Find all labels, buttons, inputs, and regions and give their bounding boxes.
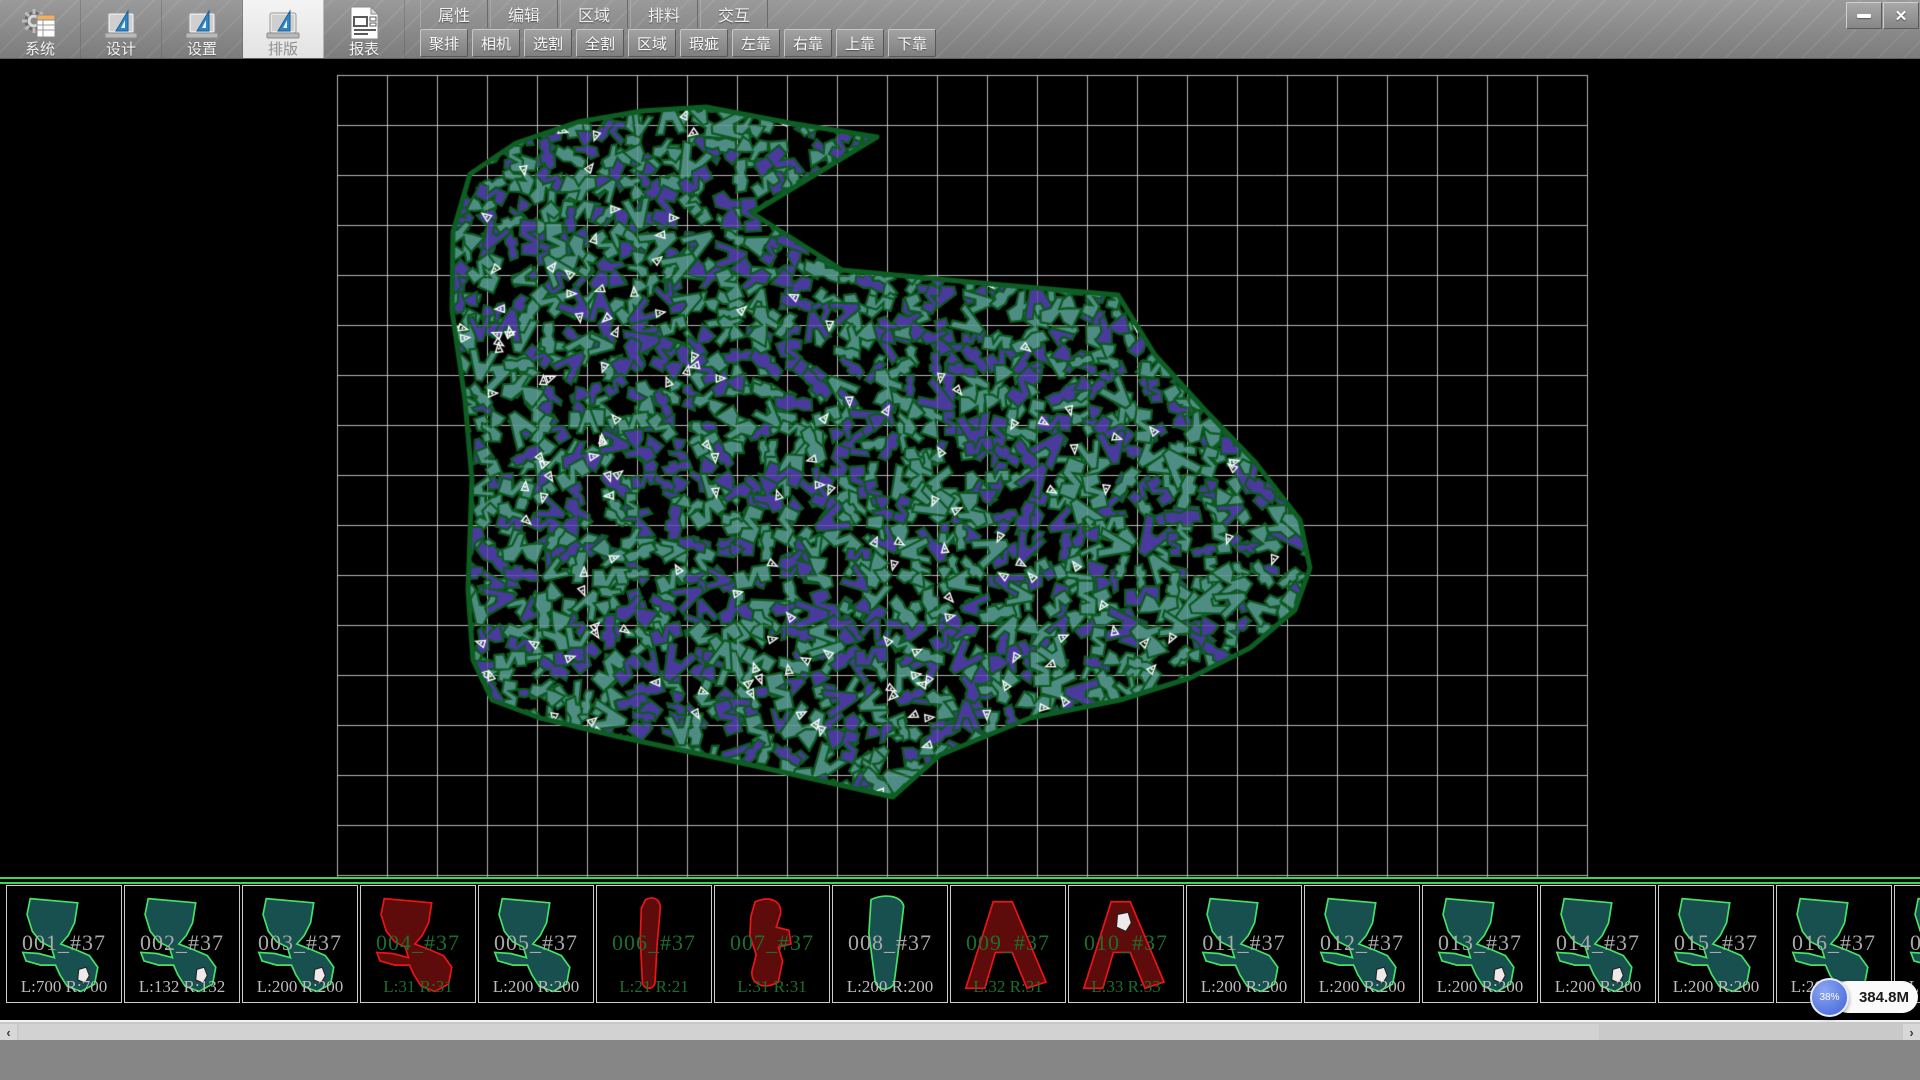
piece-name: 014_#37 [1541,930,1655,956]
piece-thumbnail-strip: 001_#37L:700 R:700002_#37L:132 R:132003_… [0,884,1920,1020]
tool-button-下靠[interactable]: 下靠 [888,29,936,57]
module-button-label: 系统 [25,41,55,58]
status-bar [0,1040,1920,1080]
piece-name: 015_#37 [1659,930,1773,956]
memory-percent: 38% [1819,992,1839,1003]
tool-button-右靠[interactable]: 右靠 [784,29,832,57]
horizontal-scrollbar[interactable]: ‹ › [0,1020,1920,1040]
piece-lr-count: L:21 R:21 [597,977,711,997]
laptop-ruler-icon [183,7,221,41]
piece-lr-count: L:200 R:200 [1659,977,1773,997]
piece-name: 007_#37 [715,930,829,956]
module-button-label: 设置 [187,41,217,58]
piece-name: 005_#37 [479,930,593,956]
piece-name: 006_#37 [597,930,711,956]
piece-lr-count: L:33 R:33 [1069,977,1183,997]
piece-name: 004_#37 [361,930,475,956]
piece-name: 012_#37 [1305,930,1419,956]
scrollbar-thumb[interactable] [19,1024,1599,1040]
laptop-ruler-icon [102,7,140,41]
piece-lr-count: L:200 R:200 [479,977,593,997]
minimize-button[interactable] [1846,2,1882,29]
piece-thumbnail-011_#37[interactable]: 011_#37 L:200 R:200 [1186,885,1302,1003]
tool-button-瑕疵[interactable]: 瑕疵 [680,29,728,57]
module-button-label: 报表 [349,41,379,58]
piece-lr-count: L:200 R:200 [1423,977,1537,997]
menu-tab-交互[interactable]: 交互 [700,0,768,28]
title-bar: 系统设计设置排版报表 属性编辑区域排料交互 聚排相机选割全割区域瑕疵左靠右靠上靠… [0,0,1920,59]
piece-name: 011_#37 [1187,930,1301,956]
piece-lr-count: L:700 R:700 [7,977,121,997]
piece-name: 001_#37 [7,930,121,956]
module-button-系统[interactable]: 系统 [0,0,81,58]
menu-tab-区域[interactable]: 区域 [560,0,628,28]
memory-badge[interactable]: 384.8M 38% [1804,978,1920,1018]
scroll-left-button[interactable]: ‹ [0,1024,17,1040]
scroll-left-icon: ‹ [6,1025,10,1040]
piece-thumbnail-015_#37[interactable]: 015_#37 L:200 R:200 [1658,885,1774,1003]
scroll-right-button[interactable]: › [1903,1024,1920,1040]
piece-thumbnail-010_#37[interactable]: 010_#37 L:33 R:33 [1068,885,1184,1003]
piece-name: 013_#37 [1423,930,1537,956]
piece-lr-count: L:200 R:200 [1305,977,1419,997]
piece-thumbnail-009_#37[interactable]: 009_#37 L:32 R:31 [950,885,1066,1003]
piece-name: 002_#37 [125,930,239,956]
menu-tab-属性[interactable]: 属性 [420,0,488,28]
module-button-设计[interactable]: 设计 [81,0,162,58]
piece-name: 016_#37 [1777,930,1891,956]
piece-name: 009_#37 [951,930,1065,956]
module-button-label: 设计 [106,41,136,58]
piece-thumbnail-001_#37[interactable]: 001_#37 L:700 R:700 [6,885,122,1003]
piece-lr-count: L:200 R:200 [1541,977,1655,997]
tool-button-相机[interactable]: 相机 [472,29,520,57]
piece-thumbnail-012_#37[interactable]: 012_#37 L:200 R:200 [1304,885,1420,1003]
piece-name: 008_#37 [833,930,947,956]
module-button-设置[interactable]: 设置 [162,0,243,58]
tool-button-区域[interactable]: 区域 [628,29,676,57]
piece-thumbnail-008_#37[interactable]: 008_#37 L:200 R:200 [832,885,948,1003]
piece-name: 003_#37 [243,930,357,956]
laptop-ruler-icon [264,7,302,41]
window-controls: ✕ [1846,2,1920,27]
scroll-right-icon: › [1909,1025,1913,1040]
tool-button-选割[interactable]: 选割 [524,29,572,57]
piece-thumbnail-002_#37[interactable]: 002_#37 L:132 R:132 [124,885,240,1003]
piece-lr-count: L:200 R:200 [1187,977,1301,997]
piece-lr-count: L:132 R:132 [125,977,239,997]
module-button-label: 排版 [268,41,298,58]
piece-thumbnail-006_#37[interactable]: 006_#37 L:21 R:21 [596,885,712,1003]
report-document-icon [347,5,381,41]
minimize-icon [1857,14,1871,18]
piece-thumbnail-005_#37[interactable]: 005_#37 L:200 R:200 [478,885,594,1003]
piece-thumbnail-013_#37[interactable]: 013_#37 L:200 R:200 [1422,885,1538,1003]
tool-button-全割[interactable]: 全割 [576,29,624,57]
piece-lr-count: L:200 R:200 [243,977,357,997]
menu-tab-编辑[interactable]: 编辑 [490,0,558,28]
tool-button-左靠[interactable]: 左靠 [732,29,780,57]
piece-thumbnail-003_#37[interactable]: 003_#37 L:200 R:200 [242,885,358,1003]
menu-tab-排料[interactable]: 排料 [630,0,698,28]
piece-thumbnail-014_#37[interactable]: 014_#37 L:200 R:200 [1540,885,1656,1003]
module-button-报表[interactable]: 报表 [324,0,405,58]
close-button[interactable]: ✕ [1883,2,1919,29]
piece-lr-count: L:31 R:31 [361,977,475,997]
tool-button-row: 聚排相机选割全割区域瑕疵左靠右靠上靠下靠 [420,29,940,57]
tool-button-聚排[interactable]: 聚排 [420,29,468,57]
piece-lr-count: L:32 R:31 [951,977,1065,997]
piece-thumbnail-007_#37[interactable]: 007_#37 L:31 R:31 [714,885,830,1003]
piece-thumbnail-004_#37[interactable]: 004_#37 L:31 R:31 [360,885,476,1003]
memory-percent-ball[interactable]: 38% [1810,978,1849,1017]
menu-tab-row: 属性编辑区域排料交互 [420,0,770,28]
tool-button-上靠[interactable]: 上靠 [836,29,884,57]
system-gear-icon [21,7,59,41]
module-button-排版[interactable]: 排版 [243,0,324,58]
piece-lr-count: L:31 R:31 [715,977,829,997]
piece-lr-count: L:200 R:200 [833,977,947,997]
piece-name: 010_#37 [1069,930,1183,956]
separator-line-top [0,877,1920,879]
main-module-buttons: 系统 设计 设置 排版 报表 [0,0,405,58]
piece-name: 017_#37 [1895,930,1920,956]
close-icon: ✕ [1895,7,1908,25]
